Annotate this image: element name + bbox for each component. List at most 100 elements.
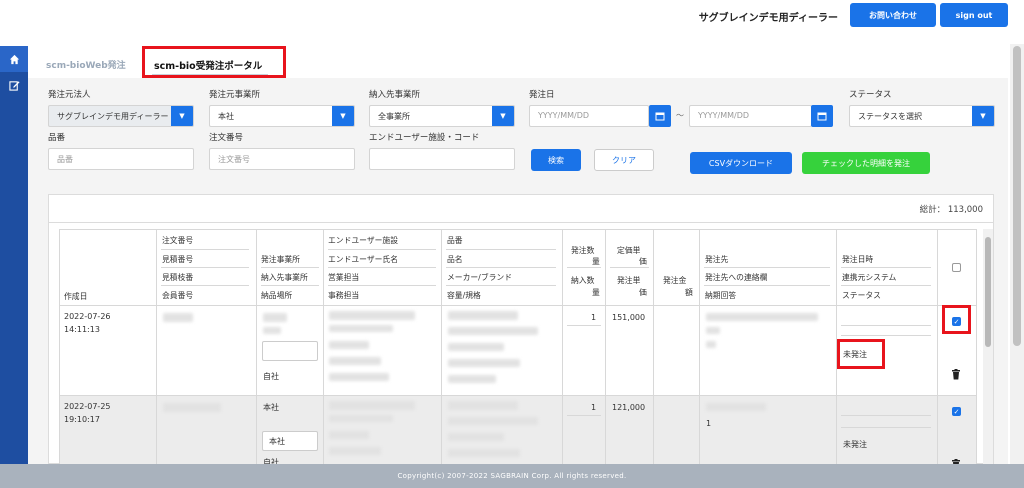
row2-price: 121,000 — [612, 403, 646, 412]
signout-button[interactable]: sign out — [940, 3, 1008, 27]
main-content: 発注元法人 サグブレインデモ用ディーラー ▼ 発注元事業所 本社 ▼ 納入先事業… — [28, 78, 1008, 465]
row2-dest-note: 1 — [706, 419, 712, 428]
row1-redacted-dest-2 — [706, 327, 720, 334]
calendar-button-from[interactable] — [649, 105, 671, 127]
dealer-name: サグブレインデモ用ディーラー — [698, 13, 838, 24]
header-order-price-2: 価 — [639, 288, 647, 297]
row1-redacted-office — [263, 313, 287, 322]
order-source-select[interactable]: サグブレインデモ用ディーラー ▼ — [48, 105, 194, 127]
results-panel: 総計： 113,000 作成日 注文番号 見積番号 見積枝番 会員番号 発注事業… — [48, 194, 994, 465]
row2-redacted-enduser — [329, 401, 415, 410]
header-member-no: 会員番号 — [162, 291, 194, 300]
header-list-price-1: 定価単 — [617, 246, 641, 255]
header-created: 作成日 — [64, 292, 88, 301]
csv-download-button[interactable]: CSVダウンロード — [690, 152, 792, 174]
calendar-icon — [817, 112, 827, 121]
header-item-name: 品名 — [447, 255, 463, 264]
row2-qty: 1 — [591, 403, 597, 412]
edit-icon — [8, 80, 20, 91]
total-summary: 総計： 113,000 — [920, 203, 983, 215]
header-dest: 発注先 — [705, 255, 729, 264]
home-icon — [9, 54, 19, 64]
row2-order-office: 本社 — [263, 403, 279, 412]
header-due-answer: 納期回答 — [705, 291, 737, 300]
sidebar-item-edit[interactable] — [0, 72, 28, 98]
order-date-from-input[interactable]: YYYY/MM/DD — [529, 105, 649, 127]
row1-qty: 1 — [591, 313, 597, 322]
tab-scm-bioweb[interactable]: scm-bioWeb発注 — [46, 58, 126, 71]
row1-redacted-enduser-5 — [329, 373, 389, 381]
header-delivered-qty-1: 納入数 — [571, 276, 595, 285]
row2-redacted-enduser-4 — [329, 447, 381, 455]
total-value: 113,000 — [947, 205, 983, 215]
row1-redacted-enduser-4 — [329, 357, 381, 365]
row2-redacted-enduser-3 — [329, 431, 369, 439]
row2-created-time: 19:10:17 — [64, 415, 100, 424]
order-office-select[interactable]: 本社 ▼ — [209, 105, 355, 127]
total-label: 総計： — [919, 205, 946, 215]
header-delivery-office: 納入先事業所 — [261, 273, 308, 282]
row1-redacted-item-4 — [448, 359, 520, 367]
row1-redacted-item-3 — [448, 343, 504, 351]
row2-delivery-office-input[interactable]: 本社 — [262, 431, 318, 451]
chevron-down-icon: ▼ — [332, 106, 354, 126]
row1-redacted-enduser-2 — [329, 325, 393, 332]
highlight-box-status — [837, 339, 885, 369]
header-delivered-qty-2: 量 — [592, 288, 600, 297]
header-order-no: 注文番号 — [162, 236, 194, 245]
order-checked-button[interactable]: チェックした明細を発注 — [802, 152, 930, 174]
tab-bar: scm-bioWeb発注 scm-bio受発注ポータル — [28, 44, 1008, 78]
order-no-input[interactable]: 注文番号 — [209, 148, 355, 170]
status-select[interactable]: ステータスを選択 ▼ — [849, 105, 995, 127]
row1-created-time: 14:11:13 — [64, 325, 100, 334]
table-scrollbar-thumb[interactable] — [985, 237, 991, 347]
row1-redacted-dest-3 — [706, 341, 716, 348]
chevron-down-icon: ▼ — [171, 106, 193, 126]
copyright-text: Copyright(c) 2007-2022 SAGBRAIN Corp. Al… — [397, 472, 627, 480]
item-no-label: 品番 — [48, 133, 66, 143]
row2-status: 未発注 — [843, 440, 867, 449]
row2-checkbox[interactable]: ✓ — [952, 407, 961, 416]
orders-table: 作成日 注文番号 見積番号 見積枝番 会員番号 発注事業所 納入先事業所 納品場… — [59, 229, 977, 465]
header-order-datetime: 発注日時 — [842, 255, 874, 264]
order-date-to-input[interactable]: YYYY/MM/DD — [689, 105, 812, 127]
footer: Copyright(c) 2007-2022 SAGBRAIN Corp. Al… — [0, 464, 1024, 488]
row1-delivery-office-input[interactable] — [262, 341, 318, 361]
page-scrollbar-thumb[interactable] — [1013, 46, 1021, 346]
sidebar — [0, 0, 28, 488]
sidebar-item-home[interactable] — [0, 46, 28, 72]
table-scrollbar[interactable] — [983, 229, 993, 465]
order-no-label: 注文番号 — [209, 133, 244, 143]
header-quote-branch: 見積枝番 — [162, 273, 194, 282]
header-enduser-facility: エンドユーザー施設 — [328, 236, 399, 245]
row1-redacted-office-2 — [263, 327, 281, 334]
search-button[interactable]: 検索 — [531, 149, 581, 171]
row1-redacted-order — [163, 313, 193, 322]
delivery-office-select[interactable]: 全事業所 ▼ — [369, 105, 515, 127]
row2-redacted-item-4 — [448, 449, 520, 457]
contact-button[interactable]: お問い合わせ — [850, 3, 936, 27]
delivery-office-label: 納入先事業所 — [369, 90, 421, 100]
row2-redacted-order — [163, 403, 221, 412]
highlight-box-tab — [142, 46, 286, 78]
trash-icon[interactable] — [951, 369, 961, 380]
row2-redacted-item-3 — [448, 433, 504, 441]
header-office-rep: 事務担当 — [328, 291, 360, 300]
header-capacity: 容量/規格 — [447, 291, 481, 300]
row2-redacted-dest — [706, 403, 766, 411]
clear-button[interactable]: クリア — [594, 149, 654, 171]
row1-created-date: 2022-07-26 — [64, 312, 111, 321]
header-item-no: 品番 — [447, 236, 463, 245]
item-no-input[interactable]: 品番 — [48, 148, 194, 170]
row2-redacted-item — [448, 401, 518, 410]
calendar-button-to[interactable] — [811, 105, 833, 127]
order-source-label: 発注元法人 — [48, 90, 91, 100]
row2-redacted-enduser-2 — [329, 415, 393, 422]
row1-redacted-item — [448, 311, 518, 320]
select-all-checkbox[interactable] — [952, 263, 961, 272]
row1-price: 151,000 — [612, 313, 646, 322]
enduser-input[interactable] — [369, 148, 515, 170]
page-scrollbar[interactable] — [1010, 44, 1024, 464]
order-office-label: 発注元事業所 — [209, 90, 261, 100]
header: サグブレインデモ用ディーラー お問い合わせ sign out — [28, 0, 1024, 44]
